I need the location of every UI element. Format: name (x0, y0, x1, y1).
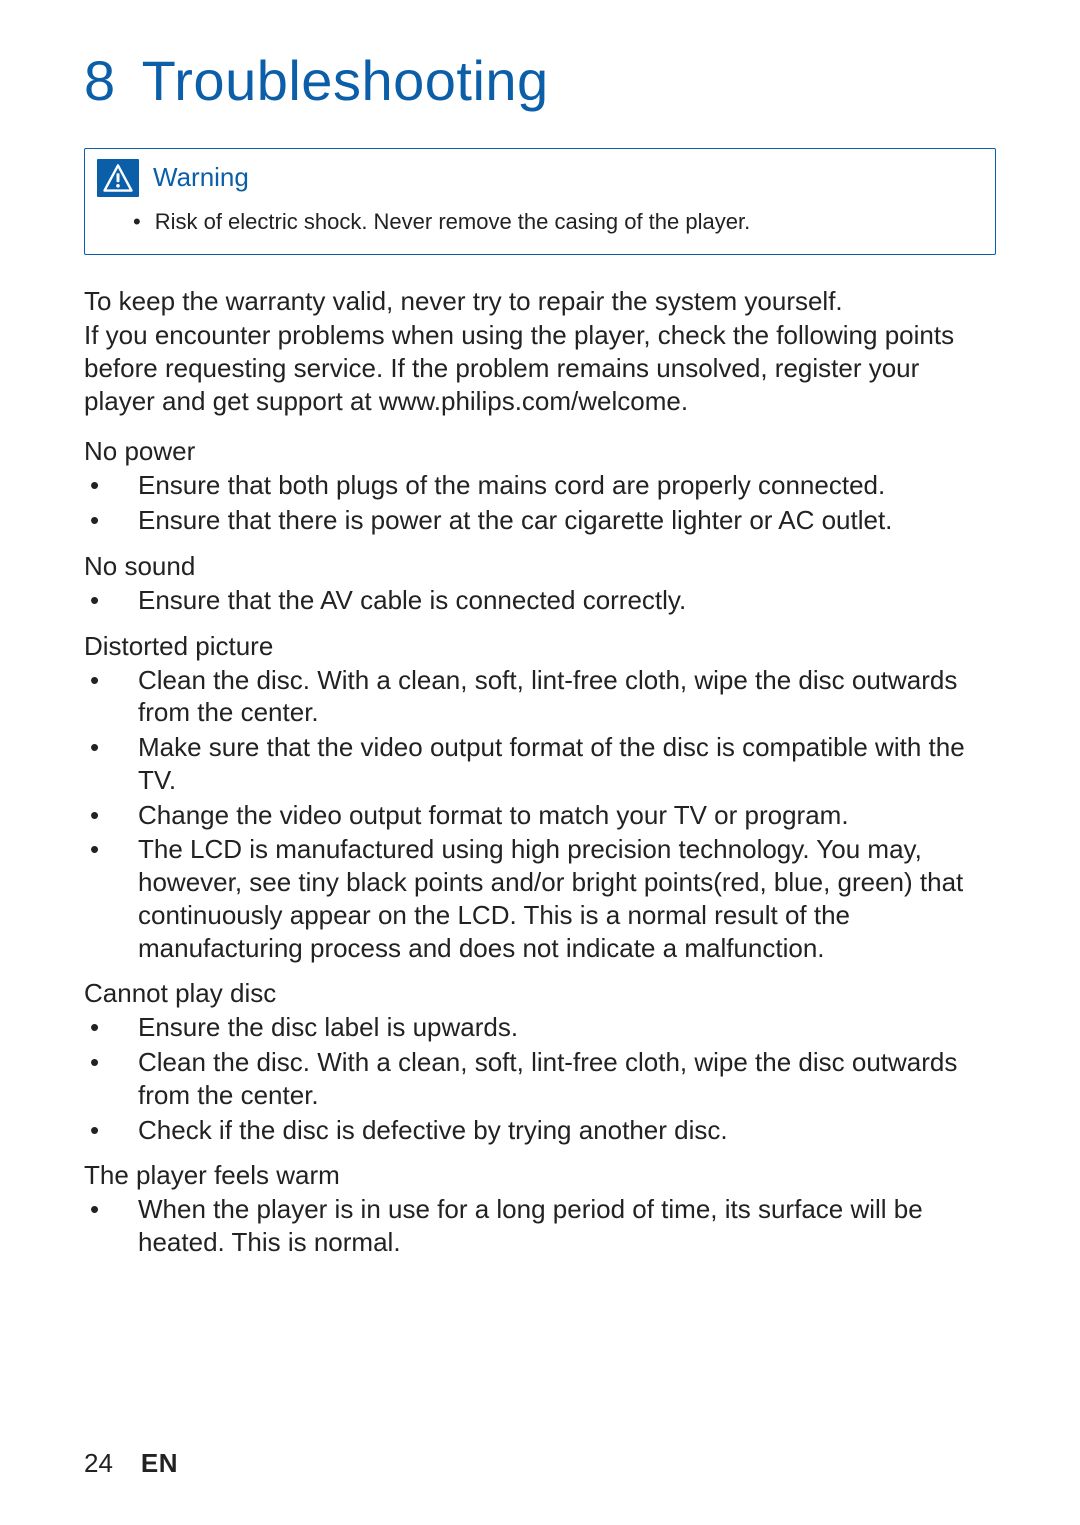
troubleshoot-section: The player feels warmWhen the player is … (84, 1160, 996, 1259)
section-title: Distorted picture (84, 631, 996, 662)
warning-body: • Risk of electric shock. Never remove t… (85, 205, 995, 237)
chapter-number: 8 (84, 50, 116, 112)
list-item: Check if the disc is defective by trying… (84, 1114, 996, 1147)
page-number: 24 (84, 1448, 113, 1479)
intro-paragraph: To keep the warranty valid, never try to… (84, 285, 996, 418)
section-bullets: Ensure that the AV cable is connected co… (84, 584, 996, 617)
troubleshoot-section: Distorted pictureClean the disc. With a … (84, 631, 996, 965)
list-item: Ensure that the AV cable is connected co… (84, 584, 996, 617)
list-item: Ensure that there is power at the car ci… (84, 504, 996, 537)
section-bullets: Ensure that both plugs of the mains cord… (84, 469, 996, 537)
section-title: The player feels warm (84, 1160, 996, 1191)
page-language: EN (141, 1448, 178, 1479)
warning-text: Risk of electric shock. Never remove the… (155, 207, 750, 237)
troubleshooting-sections: No powerEnsure that both plugs of the ma… (84, 436, 996, 1259)
troubleshoot-section: No powerEnsure that both plugs of the ma… (84, 436, 996, 537)
section-bullets: Clean the disc. With a clean, soft, lint… (84, 664, 996, 965)
warning-header: Warning (85, 149, 995, 205)
page-footer: 24 EN (84, 1448, 178, 1479)
section-title: Cannot play disc (84, 978, 996, 1009)
manual-page: 8 Troubleshooting Warning • Risk of elec… (0, 0, 1080, 1525)
section-bullets: Ensure the disc label is upwards.Clean t… (84, 1011, 996, 1146)
warning-label: Warning (153, 162, 249, 193)
list-item: Ensure the disc label is upwards. (84, 1011, 996, 1044)
list-item: Clean the disc. With a clean, soft, lint… (84, 1046, 996, 1112)
troubleshoot-section: Cannot play discEnsure the disc label is… (84, 978, 996, 1146)
list-item: Make sure that the video output format o… (84, 731, 996, 797)
list-item: The LCD is manufactured using high preci… (84, 833, 996, 964)
section-title: No sound (84, 551, 996, 582)
intro-line: To keep the warranty valid, never try to… (84, 286, 843, 316)
chapter-title: Troubleshooting (142, 50, 549, 112)
list-item: When the player is in use for a long per… (84, 1193, 996, 1259)
section-bullets: When the player is in use for a long per… (84, 1193, 996, 1259)
chapter-heading: 8 Troubleshooting (84, 50, 996, 112)
bullet-icon: • (133, 207, 141, 237)
warning-icon (97, 159, 139, 197)
troubleshoot-section: No soundEnsure that the AV cable is conn… (84, 551, 996, 617)
warning-box: Warning • Risk of electric shock. Never … (84, 148, 996, 256)
list-item: Ensure that both plugs of the mains cord… (84, 469, 996, 502)
list-item: Clean the disc. With a clean, soft, lint… (84, 664, 996, 730)
list-item: Change the video output format to match … (84, 799, 996, 832)
section-title: No power (84, 436, 996, 467)
intro-line: If you encounter problems when using the… (84, 320, 954, 417)
